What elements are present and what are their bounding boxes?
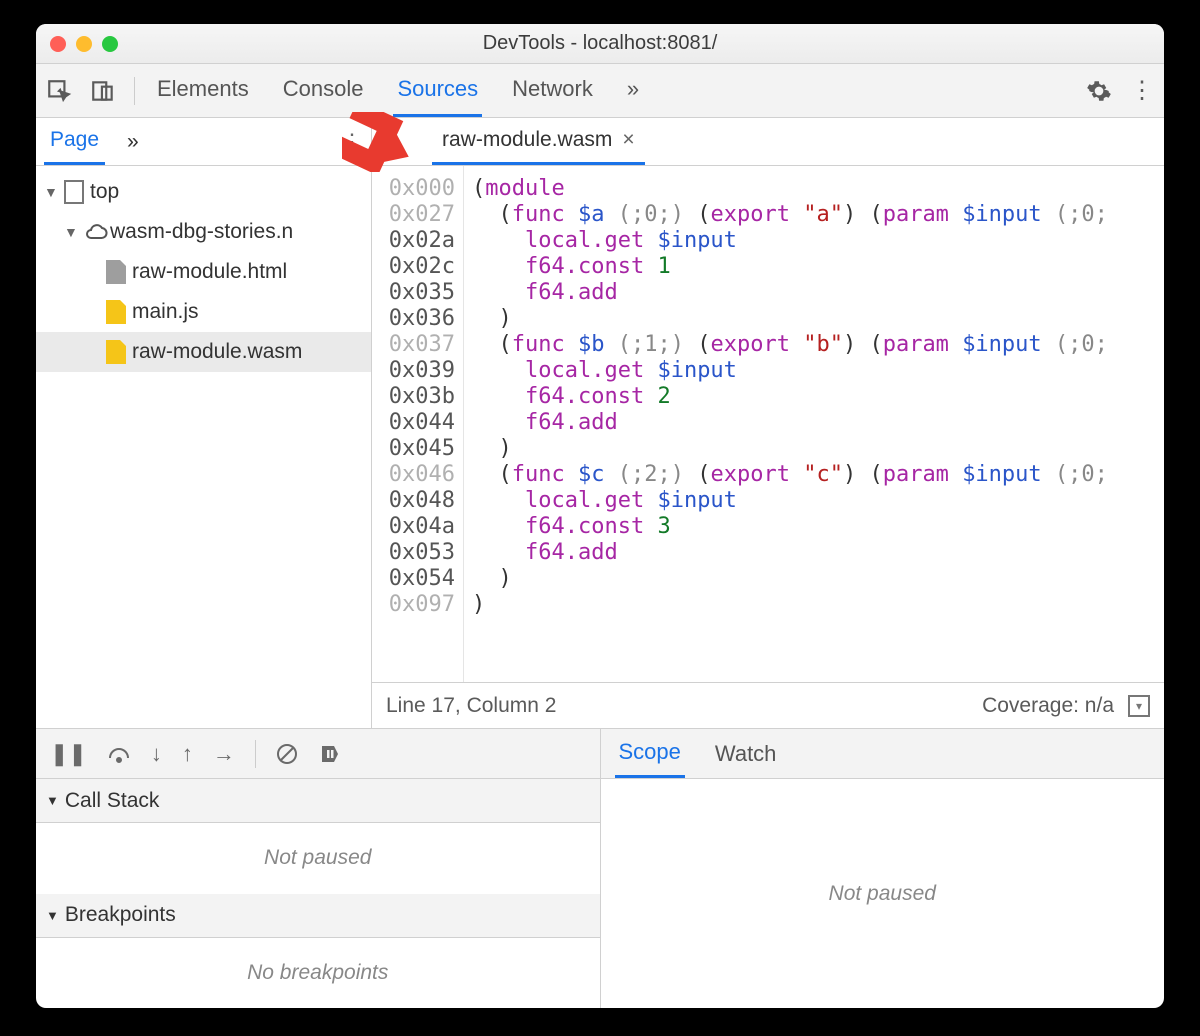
tab-scope[interactable]: Scope: [615, 729, 685, 778]
step-over-icon[interactable]: [107, 744, 131, 764]
tree-frame-top[interactable]: ▼ top: [36, 172, 371, 212]
sidebar-tab-page[interactable]: Page: [44, 118, 105, 165]
titlebar: DevTools - localhost:8081/: [36, 24, 1164, 64]
scope-body: Not paused: [601, 779, 1165, 1008]
gear-icon[interactable]: [1086, 78, 1112, 104]
tree-domain[interactable]: ▼ wasm-dbg-stories.n: [36, 212, 371, 252]
gutter-address[interactable]: 0x097: [382, 592, 455, 618]
caret-down-icon: ▼: [64, 224, 78, 240]
breakpoints-body: No breakpoints: [36, 938, 600, 1009]
section-title: Call Stack: [65, 789, 160, 813]
close-tab-icon[interactable]: ×: [622, 128, 634, 152]
gutter-address[interactable]: 0x037: [382, 332, 455, 358]
gutter-address[interactable]: 0x039: [382, 358, 455, 384]
tab-sources[interactable]: Sources: [393, 64, 482, 117]
step-into-icon[interactable]: ↓: [151, 741, 162, 767]
gutter-address[interactable]: 0x046: [382, 462, 455, 488]
cursor-position: Line 17, Column 2: [386, 694, 556, 718]
tree-label: main.js: [132, 300, 199, 324]
gutter-address[interactable]: 0x035: [382, 280, 455, 306]
file-icon: [106, 340, 126, 364]
main-area: Page » ⋮ ▼ top ▼ wasm-dbg-stories.n: [36, 118, 1164, 728]
gutter-address[interactable]: 0x045: [382, 436, 455, 462]
sidebar-tabs: Page » ⋮: [36, 118, 371, 166]
editor-tab-wasm[interactable]: raw-module.wasm ×: [432, 118, 645, 165]
caret-down-icon: ▼: [46, 908, 59, 923]
editor-statusbar: Line 17, Column 2 Coverage: n/a: [372, 682, 1164, 728]
panel-tabs: Elements Console Sources Network »: [153, 64, 643, 117]
code-editor: raw-module.wasm × 0x0000x0270x02a0x02c0x…: [372, 118, 1164, 728]
section-title: Breakpoints: [65, 903, 176, 927]
separator: [255, 740, 256, 768]
sidebar-tabs-overflow[interactable]: »: [121, 120, 145, 164]
tree-file-html[interactable]: raw-module.html: [36, 252, 371, 292]
tab-elements[interactable]: Elements: [153, 64, 253, 117]
gutter[interactable]: 0x0000x0270x02a0x02c0x0350x0360x0370x039…: [372, 166, 464, 682]
deactivate-breakpoints-icon[interactable]: [276, 743, 298, 765]
gutter-address[interactable]: 0x02a: [382, 228, 455, 254]
tab-network[interactable]: Network: [508, 64, 597, 117]
caret-down-icon: ▼: [46, 793, 59, 808]
file-tree: ▼ top ▼ wasm-dbg-stories.n raw-module.ht…: [36, 166, 371, 378]
annotation-arrow-icon: [342, 112, 412, 172]
callstack-body: Not paused: [36, 823, 600, 894]
file-icon: [106, 260, 126, 284]
step-icon[interactable]: →: [213, 741, 235, 767]
gutter-address[interactable]: 0x044: [382, 410, 455, 436]
pause-on-exceptions-icon[interactable]: [318, 742, 342, 766]
code-area[interactable]: 0x0000x0270x02a0x02c0x0350x0360x0370x039…: [372, 166, 1164, 682]
callstack-header[interactable]: ▼ Call Stack: [36, 779, 600, 823]
pause-icon[interactable]: ❚❚: [50, 741, 87, 767]
tree-label: top: [90, 180, 119, 204]
gutter-address[interactable]: 0x054: [382, 566, 455, 592]
main-toolbar: Elements Console Sources Network » ⋮: [36, 64, 1164, 118]
breakpoints-header[interactable]: ▼ Breakpoints: [36, 894, 600, 938]
gutter-address[interactable]: 0x053: [382, 540, 455, 566]
debug-toolbar: ❚❚ ↓ ↑ →: [36, 729, 600, 779]
tree-label: wasm-dbg-stories.n: [110, 220, 293, 244]
devtools-window: DevTools - localhost:8081/ Elements Cons…: [36, 24, 1164, 1008]
inspect-element-icon[interactable]: [46, 78, 72, 104]
tab-console[interactable]: Console: [279, 64, 368, 117]
caret-down-icon: ▼: [44, 184, 58, 200]
cloud-icon: [84, 220, 104, 244]
coverage-status: Coverage: n/a: [982, 694, 1114, 718]
tabs-overflow[interactable]: »: [623, 64, 643, 117]
tree-label: raw-module.html: [132, 260, 287, 284]
tree-label: raw-module.wasm: [132, 340, 302, 364]
gutter-address[interactable]: 0x03b: [382, 384, 455, 410]
gutter-address[interactable]: 0x04a: [382, 514, 455, 540]
debug-right-tabs: Scope Watch: [601, 729, 1165, 779]
statusbar-menu-icon[interactable]: [1128, 695, 1150, 717]
window-title: DevTools - localhost:8081/: [36, 32, 1164, 55]
debugger-panel: ❚❚ ↓ ↑ → ▼ Call Stack Not paused ▼ Break…: [36, 728, 1164, 1008]
separator: [134, 77, 135, 105]
sources-sidebar: Page » ⋮ ▼ top ▼ wasm-dbg-stories.n: [36, 118, 372, 728]
gutter-address[interactable]: 0x000: [382, 176, 455, 202]
tree-file-wasm[interactable]: raw-module.wasm: [36, 332, 371, 372]
tree-file-js[interactable]: main.js: [36, 292, 371, 332]
kebab-menu-icon[interactable]: ⋮: [1130, 76, 1154, 105]
tab-watch[interactable]: Watch: [711, 731, 781, 777]
step-out-icon[interactable]: ↑: [182, 741, 193, 767]
gutter-address[interactable]: 0x027: [382, 202, 455, 228]
frame-icon: [64, 180, 84, 204]
editor-tabs: raw-module.wasm ×: [372, 118, 1164, 166]
gutter-address[interactable]: 0x02c: [382, 254, 455, 280]
editor-tab-label: raw-module.wasm: [442, 128, 612, 152]
code-content[interactable]: (module (func $a (;0;) (export "a") (par…: [464, 166, 1108, 682]
device-toggle-icon[interactable]: [90, 78, 116, 104]
gutter-address[interactable]: 0x048: [382, 488, 455, 514]
file-icon: [106, 300, 126, 324]
debug-left-pane: ❚❚ ↓ ↑ → ▼ Call Stack Not paused ▼ Break…: [36, 729, 601, 1008]
gutter-address[interactable]: 0x036: [382, 306, 455, 332]
debug-right-pane: Scope Watch Not paused: [601, 729, 1165, 1008]
